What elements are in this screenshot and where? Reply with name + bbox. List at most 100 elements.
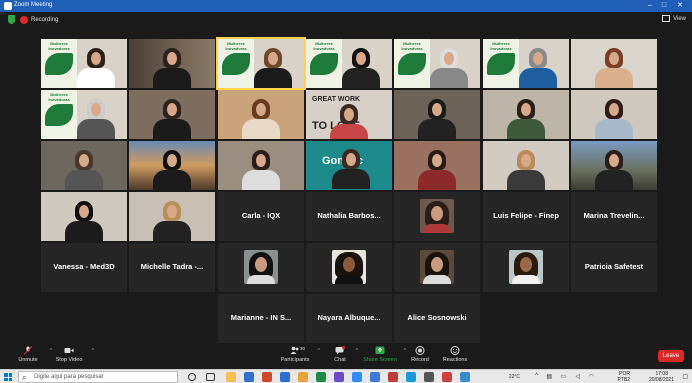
participant-name: Vanessa - Med3D	[53, 262, 115, 271]
video-tile[interactable]	[41, 141, 127, 190]
participant-name: Nathalia Barbos...	[317, 211, 381, 220]
participant-tile[interactable]: Patricia Safetest	[571, 243, 657, 292]
word-icon[interactable]	[280, 372, 290, 382]
video-tile[interactable]: Mulheres Inovadoras	[306, 39, 392, 88]
recording-label: Recording	[31, 17, 59, 23]
video-tile[interactable]	[129, 192, 215, 241]
close-button[interactable]: ✕	[674, 1, 686, 11]
recording-indicator[interactable]: Recording	[20, 15, 58, 25]
weather-temperature[interactable]: 22°C	[509, 374, 520, 380]
video-tile[interactable]	[129, 90, 215, 139]
network-icon[interactable]: ▤	[546, 373, 552, 380]
battery-icon[interactable]: ▭	[560, 373, 566, 380]
participant-tile[interactable]	[218, 243, 304, 292]
event-banner: Mulheres Inovadoras	[306, 39, 342, 88]
video-tile[interactable]: Mulheres Inovadoras	[41, 90, 127, 139]
video-tile[interactable]: Gonetic	[306, 141, 392, 190]
gallery-view: Mulheres Inovadoras Mulheres Inovadoras …	[41, 37, 661, 343]
participants-button[interactable]: 30 Participants ^	[278, 346, 320, 368]
chevron-up-icon[interactable]: ^	[535, 373, 538, 379]
window-title: Zoom Meeting	[14, 2, 53, 8]
app-icon[interactable]	[460, 372, 470, 382]
avatar	[420, 250, 454, 284]
minimize-button[interactable]: –	[644, 1, 656, 11]
participant-tile[interactable]: Luis Felipe - Finep	[483, 192, 569, 241]
app-icon[interactable]	[442, 372, 452, 382]
reactions-smiley-icon	[450, 346, 460, 355]
app-icon[interactable]	[424, 372, 434, 382]
powerpoint-icon[interactable]	[262, 372, 272, 382]
share-screen-label: Share Screen	[363, 357, 397, 363]
video-tile[interactable]	[571, 90, 657, 139]
chat-button[interactable]: Chat ^	[330, 346, 358, 368]
wifi-icon[interactable]: ◠	[589, 373, 594, 380]
video-tile[interactable]: Mulheres Inovadoras	[394, 39, 480, 88]
event-banner: Mulheres Inovadoras	[41, 39, 77, 88]
chevron-up-icon[interactable]: ^	[318, 348, 320, 354]
search-placeholder: Digite aqui para pesquisar	[34, 374, 104, 380]
participant-tile[interactable]	[394, 192, 480, 241]
video-tile[interactable]	[218, 90, 304, 139]
participant-tile[interactable]: Nayara Albuque...	[306, 294, 392, 343]
video-tile[interactable]: Mulheres Inovadoras	[41, 39, 127, 88]
taskbar-search-input[interactable]: ⌕ Digite aqui para pesquisar	[18, 371, 178, 383]
chevron-up-icon[interactable]: ^	[92, 348, 94, 354]
teams-icon[interactable]	[334, 372, 344, 382]
zoom-taskbar-icon[interactable]	[352, 372, 362, 382]
video-tile[interactable]: GREAT WORK TO LOVE	[306, 90, 392, 139]
chevron-up-icon[interactable]: ^	[356, 348, 358, 354]
video-tile[interactable]	[571, 141, 657, 190]
participant-name: Michelle Tadra -...	[140, 262, 204, 271]
participant-tile[interactable]	[394, 243, 480, 292]
volume-icon[interactable]: ◁	[575, 373, 580, 380]
video-tile[interactable]	[483, 141, 569, 190]
acrobat-icon[interactable]	[388, 372, 398, 382]
chat-label: Chat	[334, 357, 346, 363]
participant-tile[interactable]: Vanessa - Med3D	[41, 243, 127, 292]
video-tile[interactable]	[394, 141, 480, 190]
record-button[interactable]: Record	[408, 346, 432, 368]
notification-icon[interactable]: ▢	[682, 373, 688, 380]
participant-tile[interactable]	[483, 243, 569, 292]
task-view-icon[interactable]	[206, 373, 215, 381]
participant-tile[interactable]: Carla - IQX	[218, 192, 304, 241]
participant-tile[interactable]: Nathalia Barbos...	[306, 192, 392, 241]
participant-tile[interactable]: Marina Trevelin...	[571, 192, 657, 241]
video-tile[interactable]	[41, 192, 127, 241]
participant-name: Alice Sosnowski	[407, 313, 467, 322]
chevron-up-icon[interactable]: ^	[404, 348, 406, 354]
video-tile-active-speaker[interactable]: Mulheres Inovadoras	[216, 37, 306, 90]
video-tile[interactable]: Mulheres Inovadoras	[483, 39, 569, 88]
wall-sign-text: GREAT WORK	[312, 96, 361, 103]
stop-video-button[interactable]: Stop Video ^	[52, 346, 94, 368]
video-tile[interactable]	[483, 90, 569, 139]
windows-start-icon[interactable]	[4, 373, 12, 381]
video-tile[interactable]	[129, 141, 215, 190]
maximize-button[interactable]: □	[658, 1, 670, 11]
share-screen-button[interactable]: Share Screen ^	[362, 346, 406, 368]
view-button[interactable]: View	[662, 15, 686, 22]
meeting-info-bar: Recording View	[0, 12, 692, 29]
video-tile[interactable]	[129, 39, 215, 88]
participant-tile[interactable]: Michelle Tadra -...	[129, 243, 215, 292]
video-tile[interactable]	[218, 141, 304, 190]
video-tile[interactable]	[394, 90, 480, 139]
record-icon	[415, 346, 425, 355]
leave-button[interactable]: Leave	[658, 350, 684, 362]
unmute-button[interactable]: Unmute ^	[12, 346, 52, 368]
reactions-button[interactable]: Reactions	[440, 346, 470, 368]
participant-tile[interactable]	[306, 243, 392, 292]
avatar	[420, 199, 454, 233]
outlook-icon[interactable]	[370, 372, 380, 382]
cortana-icon[interactable]	[188, 373, 196, 381]
chrome-icon[interactable]	[298, 372, 308, 382]
excel-icon[interactable]	[316, 372, 326, 382]
reactions-label: Reactions	[442, 357, 468, 363]
security-shield-icon[interactable]	[8, 15, 15, 24]
video-tile[interactable]	[571, 39, 657, 88]
participant-tile[interactable]: Marianne - IN S...	[218, 294, 304, 343]
edge-icon[interactable]	[244, 372, 254, 382]
participant-tile[interactable]: Alice Sosnowski	[394, 294, 480, 343]
file-explorer-icon[interactable]	[226, 372, 236, 382]
skype-icon[interactable]	[406, 372, 416, 382]
